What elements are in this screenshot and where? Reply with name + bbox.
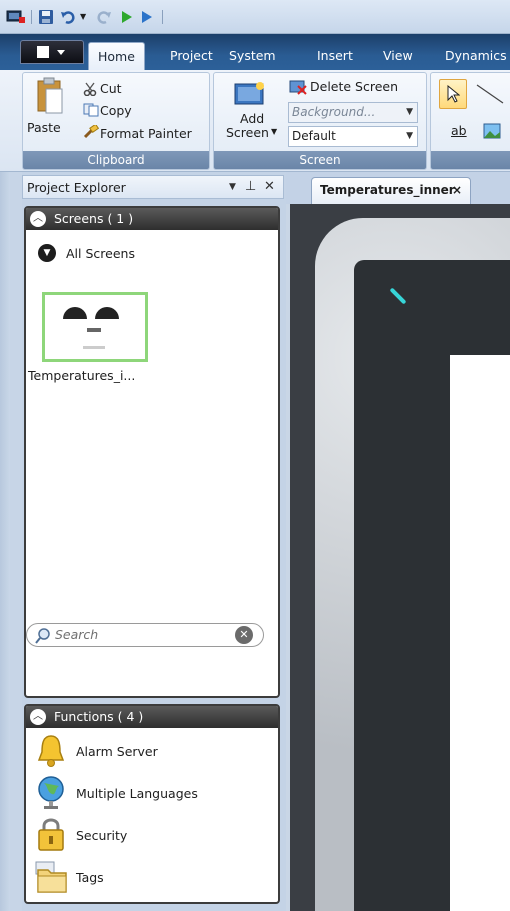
file-menu-icon bbox=[37, 46, 65, 58]
clipboard-group: Paste Cut Copy Format Painter Clipboard bbox=[22, 72, 210, 170]
collapse-functions-icon[interactable]: ︿ bbox=[30, 709, 46, 725]
tab-dynamics[interactable]: Dynamics bbox=[445, 44, 507, 70]
undo-icon[interactable] bbox=[60, 9, 76, 25]
run-icon[interactable] bbox=[120, 9, 134, 25]
screen-thumbnail[interactable] bbox=[42, 292, 148, 362]
add-screen-button[interactable]: Screen bbox=[226, 125, 269, 140]
paste-button[interactable]: Paste bbox=[27, 120, 61, 135]
function-item-tags[interactable]: Tags bbox=[32, 858, 272, 898]
functions-panel-title: Functions ( 4 ) bbox=[54, 709, 144, 724]
app-icon[interactable] bbox=[6, 9, 26, 25]
close-pane-icon[interactable]: ✕ bbox=[264, 179, 275, 194]
function-label: Alarm Server bbox=[76, 744, 158, 759]
search-input[interactable]: Search ✕ bbox=[26, 623, 264, 647]
function-item-alarm-server[interactable]: Alarm Server bbox=[32, 732, 272, 772]
function-label: Multiple Languages bbox=[76, 786, 198, 801]
screen-style-dropdown[interactable]: Default ▼ bbox=[288, 126, 418, 147]
title-bar: ▼ bbox=[0, 0, 510, 34]
format-painter-icon bbox=[83, 125, 99, 139]
add-screen-icon bbox=[234, 82, 264, 105]
lock-icon bbox=[38, 818, 64, 851]
function-item-security[interactable]: Security bbox=[32, 816, 272, 856]
folder-tags-icon bbox=[35, 861, 67, 893]
ribbon-body: Paste Cut Copy Format Painter Clipboard … bbox=[0, 70, 510, 172]
screens-panel-header[interactable]: ︿ Screens ( 1 ) bbox=[26, 208, 278, 230]
search-placeholder: Search bbox=[55, 627, 99, 642]
copy-icon bbox=[83, 103, 99, 117]
objects-group: ab bbox=[430, 72, 510, 170]
project-explorer-title: Project Explorer bbox=[27, 180, 126, 195]
screen-group: Add Screen ▼ Delete Screen Background...… bbox=[213, 72, 427, 170]
quick-access-separator bbox=[162, 10, 163, 24]
background-dropdown-placeholder: Background... bbox=[292, 105, 376, 119]
format-painter-button[interactable]: Format Painter bbox=[100, 126, 192, 141]
file-menu-button[interactable] bbox=[20, 40, 84, 64]
ribbon-tab-strip: Home Project System Insert View Dynamics bbox=[0, 34, 510, 72]
preview-label-block bbox=[87, 328, 101, 332]
design-surface[interactable] bbox=[450, 355, 510, 911]
project-explorer: Project Explorer ▼ ⊥ ✕ ︿ Screens ( 1 ) ▼… bbox=[22, 172, 286, 911]
functions-panel: ︿ Functions ( 4 ) Alarm Server Multiple … bbox=[24, 704, 280, 904]
functions-panel-header[interactable]: ︿ Functions ( 4 ) bbox=[26, 706, 278, 728]
cut-icon bbox=[83, 82, 97, 96]
picture-tool-icon[interactable] bbox=[483, 123, 501, 139]
search-icon bbox=[35, 628, 50, 644]
pointer-icon bbox=[447, 85, 460, 103]
document-tab-label: Temperatures_inner bbox=[320, 183, 455, 197]
project-explorer-header: Project Explorer ▼ ⊥ ✕ bbox=[22, 175, 284, 199]
clear-search-button[interactable]: ✕ bbox=[235, 626, 253, 644]
dropdown-arrow-icon: ▼ bbox=[406, 107, 413, 117]
text-tool-button[interactable]: ab bbox=[451, 123, 467, 138]
tab-system[interactable]: System bbox=[229, 44, 276, 70]
quick-access-separator bbox=[31, 10, 32, 24]
pane-menu-icon[interactable]: ▼ bbox=[229, 182, 236, 192]
paste-icon bbox=[37, 77, 63, 114]
delete-screen-button[interactable]: Delete Screen bbox=[310, 79, 398, 94]
screens-panel-title: Screens ( 1 ) bbox=[54, 211, 134, 226]
globe-icon bbox=[38, 776, 64, 809]
objects-group-label bbox=[431, 151, 510, 169]
background-dropdown[interactable]: Background... ▼ bbox=[288, 102, 418, 123]
run-simulator-icon[interactable] bbox=[140, 9, 154, 25]
tab-project[interactable]: Project bbox=[170, 44, 213, 70]
document-tab-strip: Temperatures_inner × bbox=[286, 172, 510, 204]
dropdown-arrow-icon: ▼ bbox=[406, 131, 413, 141]
add-screen-label[interactable]: Add bbox=[240, 111, 264, 126]
function-label: Tags bbox=[76, 870, 104, 885]
clipboard-group-label: Clipboard bbox=[23, 151, 209, 169]
add-screen-dropdown-icon[interactable]: ▼ bbox=[271, 127, 277, 136]
collapse-screens-icon[interactable]: ︿ bbox=[30, 211, 46, 227]
tab-temperatures-inner[interactable]: Temperatures_inner × bbox=[311, 177, 471, 204]
save-icon[interactable] bbox=[38, 9, 54, 25]
redo-icon[interactable] bbox=[96, 9, 112, 25]
undo-dropdown-icon[interactable]: ▼ bbox=[80, 12, 86, 28]
delete-screen-icon bbox=[289, 80, 307, 95]
left-shell-edge bbox=[0, 172, 10, 911]
tab-home[interactable]: Home bbox=[88, 42, 145, 72]
screen-group-label: Screen bbox=[214, 151, 426, 169]
tab-view[interactable]: View bbox=[383, 44, 413, 70]
select-tool-button[interactable] bbox=[439, 79, 467, 109]
screens-panel: ︿ Screens ( 1 ) ▼ All Screens Temperatur… bbox=[24, 206, 280, 698]
screen-thumbnail-label[interactable]: Temperatures_i... bbox=[28, 368, 135, 383]
screen-style-value: Default bbox=[292, 129, 336, 143]
preview-button-block bbox=[83, 346, 105, 349]
pin-icon[interactable]: ⊥ bbox=[245, 179, 256, 194]
close-tab-icon[interactable]: × bbox=[452, 178, 462, 202]
gauge-preview-icon bbox=[95, 307, 119, 319]
function-item-multiple-languages[interactable]: Multiple Languages bbox=[32, 774, 272, 814]
all-screens-item[interactable]: ▼ All Screens bbox=[38, 244, 238, 264]
function-label: Security bbox=[76, 828, 128, 843]
expand-all-screens-icon: ▼ bbox=[38, 244, 56, 262]
copy-button[interactable]: Copy bbox=[100, 103, 132, 118]
bell-icon bbox=[37, 735, 65, 767]
cut-button[interactable]: Cut bbox=[100, 81, 122, 96]
line-tool-icon[interactable] bbox=[475, 83, 505, 105]
all-screens-label: All Screens bbox=[66, 246, 135, 261]
tab-insert[interactable]: Insert bbox=[317, 44, 353, 70]
gauge-preview-icon bbox=[63, 307, 87, 319]
